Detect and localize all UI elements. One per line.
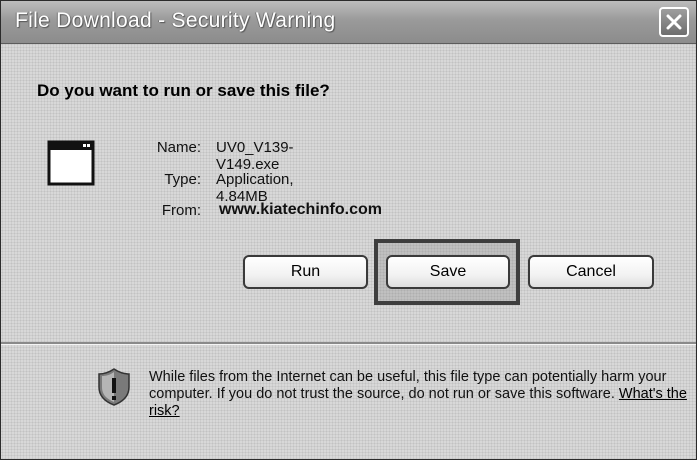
name-label: Name: — [156, 139, 201, 156]
save-button[interactable]: Save — [386, 255, 510, 289]
type-value: Application, 4.84MB — [216, 171, 294, 205]
file-download-dialog: File Download - Security Warning Do you … — [0, 0, 697, 460]
type-label: Type: — [164, 171, 201, 188]
section-divider — [1, 342, 696, 345]
dialog-question: Do you want to run or save this file? — [37, 81, 330, 100]
cancel-button[interactable]: Cancel — [528, 255, 654, 289]
window-title: File Download - Security Warning — [15, 9, 336, 32]
from-value: www.kiatechinfo.com — [219, 201, 382, 218]
warning-message: While files from the Internet can be use… — [149, 369, 667, 402]
run-button[interactable]: Run — [243, 255, 368, 289]
application-window-icon — [47, 138, 95, 188]
title-bar[interactable]: File Download - Security Warning — [1, 1, 696, 44]
close-button[interactable] — [659, 7, 689, 37]
shield-warning-icon — [97, 367, 131, 407]
from-label: From: — [161, 202, 201, 219]
security-warning-text: While files from the Internet can be use… — [149, 369, 689, 420]
name-value: UV0_V139-V149.exe — [216, 139, 294, 173]
close-icon — [666, 14, 682, 30]
